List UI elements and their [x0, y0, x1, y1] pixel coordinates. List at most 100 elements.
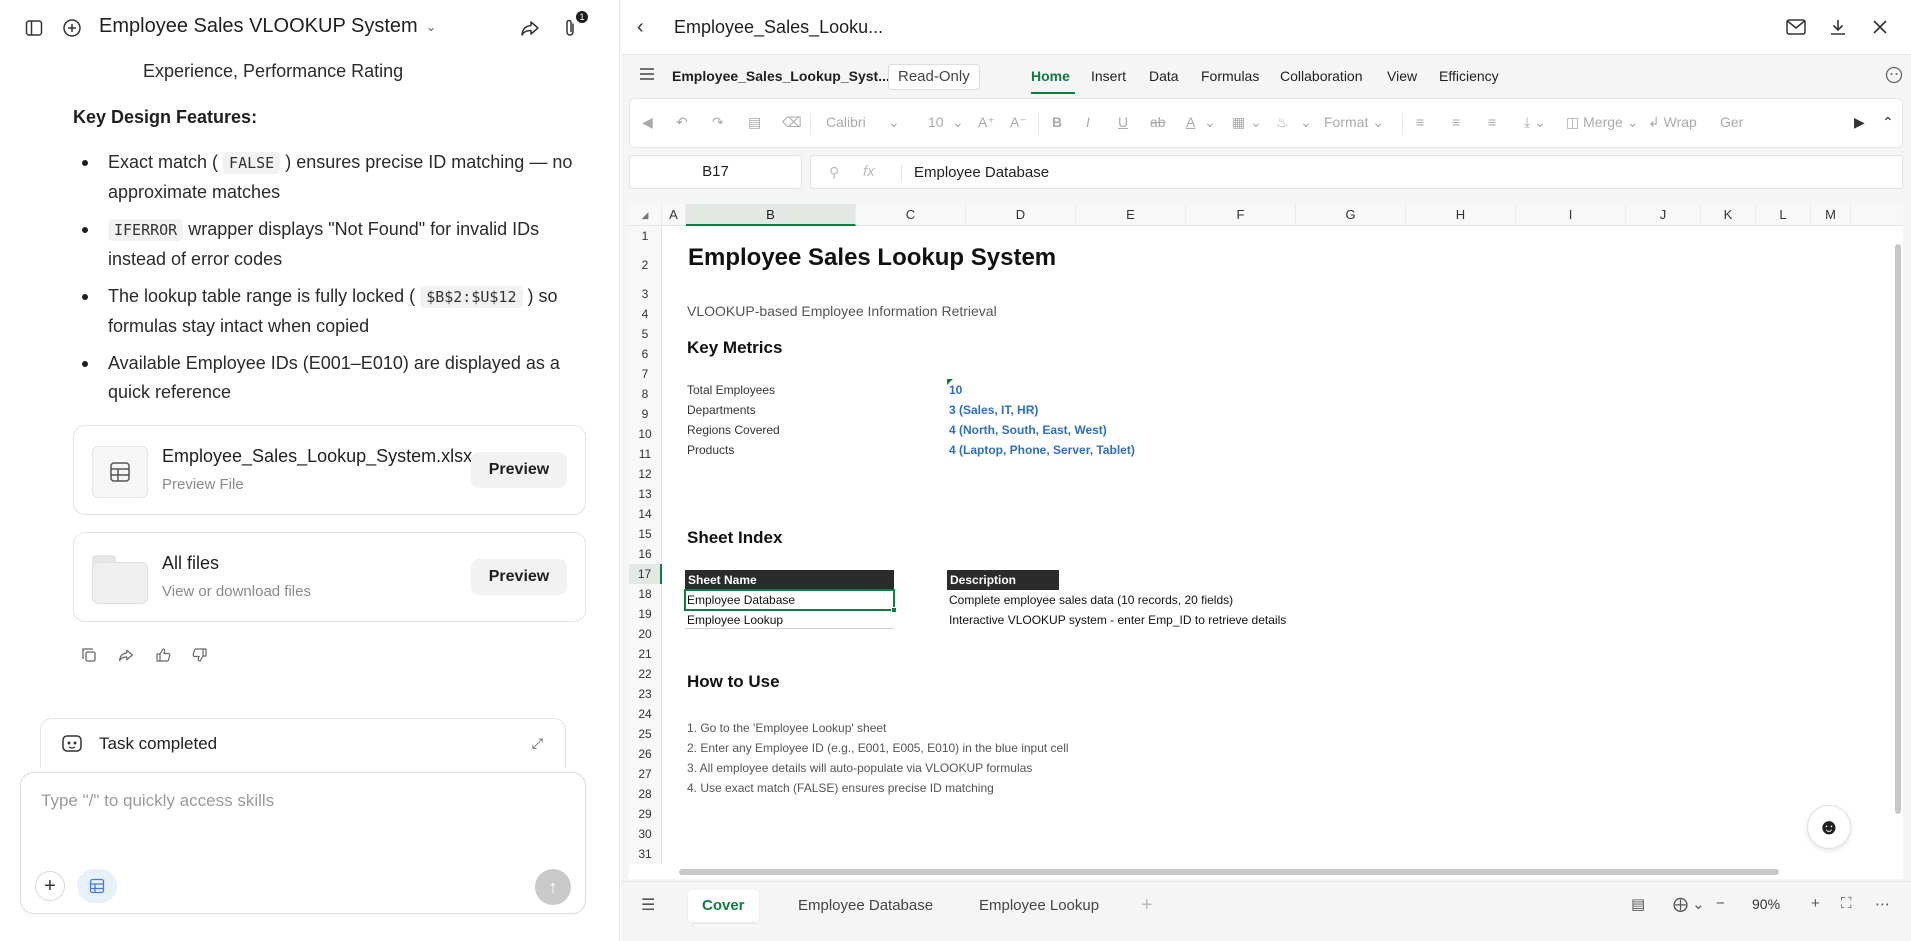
menu-data[interactable]: Data — [1149, 68, 1179, 84]
add-sheet-icon[interactable]: + — [1141, 894, 1153, 917]
layers-icon[interactable]: ☰ — [641, 895, 655, 915]
row-header-3[interactable]: 3 — [629, 284, 662, 304]
row-header-13[interactable]: 13 — [629, 484, 662, 504]
thumbs-down-icon[interactable] — [191, 646, 209, 664]
row-header-5[interactable]: 5 — [629, 324, 662, 344]
task-status-card[interactable]: Task completed ⤢ — [40, 718, 566, 768]
undo-icon[interactable]: ↶ — [676, 114, 688, 131]
align-left-icon[interactable]: ≡ — [1416, 114, 1424, 130]
underline-icon[interactable]: U — [1118, 114, 1128, 130]
formula-input[interactable]: ⚲ fx Employee Database — [810, 155, 1903, 189]
column-header-f[interactable]: F — [1186, 204, 1296, 226]
font-color-icon[interactable]: A — [1186, 114, 1195, 130]
sheet-grid[interactable]: ◢ A B C D E F G H I J K L M 1 2 3 4 5 6 7 8 9 10 11 12 13 14 15 16 17… — [629, 204, 1903, 879]
font-family-select[interactable]: Calibri — [826, 114, 866, 130]
scroll-left-icon[interactable]: ◀ — [642, 114, 653, 131]
increase-font-icon[interactable]: A⁺ — [978, 114, 995, 131]
back-arrow-icon[interactable]: ‹ — [637, 16, 644, 39]
menu-collaboration[interactable]: Collaboration — [1280, 68, 1363, 84]
row-header-27[interactable]: 27 — [629, 764, 662, 784]
share-icon[interactable] — [117, 646, 135, 664]
vertical-scrollbar[interactable] — [1895, 244, 1901, 814]
column-header-b[interactable]: B — [686, 204, 856, 226]
row-header-24[interactable]: 24 — [629, 704, 662, 724]
row-header-10[interactable]: 10 — [629, 424, 662, 444]
zoom-out-icon[interactable]: − — [1716, 895, 1725, 912]
row-header-25[interactable]: 25 — [629, 724, 662, 744]
preview-button[interactable]: Preview — [471, 452, 567, 488]
row-header-7[interactable]: 7 — [629, 364, 662, 384]
chat-input-placeholder[interactable]: Type "/" to quickly access skills — [41, 791, 274, 811]
borders-icon[interactable]: ▦ — [1232, 114, 1245, 131]
copy-icon[interactable] — [80, 646, 98, 664]
tab-employee-database[interactable]: Employee Database — [784, 890, 947, 922]
menu-view[interactable]: View — [1387, 68, 1417, 84]
cell-area[interactable]: Employee Sales Lookup System VLOOKUP-bas… — [662, 226, 1903, 879]
menu-home[interactable]: Home — [1031, 68, 1070, 84]
chat-title[interactable]: Employee Sales VLOOKUP System ⌄ — [99, 15, 437, 38]
spreadsheet-skill-button[interactable] — [77, 869, 117, 903]
row-header-14[interactable]: 14 — [629, 504, 662, 524]
row-header-26[interactable]: 26 — [629, 744, 662, 764]
column-header-a[interactable]: A — [662, 204, 686, 226]
sidebar-toggle-icon[interactable] — [20, 14, 48, 42]
tab-employee-lookup[interactable]: Employee Lookup — [965, 890, 1113, 922]
zoom-in-icon[interactable]: + — [1811, 895, 1820, 912]
align-right-icon[interactable]: ≡ — [1488, 114, 1496, 130]
row-header-20[interactable]: 20 — [629, 624, 662, 644]
number-format-select[interactable]: Ger — [1720, 114, 1743, 130]
format-button[interactable]: Format ⌄ — [1324, 114, 1384, 131]
row-header-16[interactable]: 16 — [629, 544, 662, 564]
row-header-6[interactable]: 6 — [629, 344, 662, 364]
eraser-icon[interactable]: ⌫ — [782, 114, 802, 131]
column-header-m[interactable]: M — [1811, 204, 1851, 226]
row-header-22[interactable]: 22 — [629, 664, 662, 684]
strikethrough-icon[interactable]: ab — [1150, 114, 1166, 130]
row-header-1[interactable]: 1 — [629, 226, 662, 246]
menu-insert[interactable]: Insert — [1091, 68, 1126, 84]
menu-efficiency[interactable]: Efficiency — [1439, 68, 1499, 84]
index-row-name[interactable]: Employee Lookup — [687, 613, 783, 627]
format-painter-icon[interactable]: ▤ — [748, 114, 761, 131]
zoom-level[interactable]: 90% — [1752, 896, 1780, 912]
preview-all-button[interactable]: Preview — [471, 559, 567, 595]
row-header-31[interactable]: 31 — [629, 844, 662, 864]
expand-icon[interactable]: ⤢ — [532, 735, 543, 752]
mail-icon[interactable] — [1785, 16, 1807, 38]
fullscreen-icon[interactable]: ⛶ — [1841, 895, 1852, 912]
row-header-30[interactable]: 30 — [629, 824, 662, 844]
more-options-icon[interactable]: ⋯ — [1875, 895, 1890, 913]
thumbs-up-icon[interactable] — [154, 646, 172, 664]
file-card-all-files[interactable]: All files View or download files Preview — [73, 532, 586, 622]
add-attachment-button[interactable]: + — [35, 871, 65, 901]
font-size-select[interactable]: 10 — [928, 114, 944, 130]
select-all-corner[interactable]: ◢ — [629, 204, 662, 226]
redo-icon[interactable]: ↷ — [712, 114, 724, 131]
wrap-button[interactable]: ↲ Wrap — [1648, 114, 1697, 131]
download-icon[interactable] — [1827, 16, 1849, 38]
column-header-e[interactable]: E — [1076, 204, 1186, 226]
collapse-ribbon-icon[interactable]: ⌃ — [1882, 114, 1894, 131]
outline-view-icon[interactable]: ▤ — [1631, 895, 1645, 913]
row-header-11[interactable]: 11 — [629, 444, 662, 464]
column-header-k[interactable]: K — [1701, 204, 1756, 226]
assistant-icon[interactable] — [1885, 66, 1903, 84]
column-header-i[interactable]: I — [1516, 204, 1626, 226]
column-header-d[interactable]: D — [966, 204, 1076, 226]
row-header-8[interactable]: 8 — [629, 384, 662, 404]
row-header-23[interactable]: 23 — [629, 684, 662, 704]
row-header-29[interactable]: 29 — [629, 804, 662, 824]
row-header-17[interactable]: 17 — [629, 564, 662, 584]
file-card-xlsx[interactable]: Employee_Sales_Lookup_System.xlsx Previe… — [73, 425, 586, 515]
bold-icon[interactable]: B — [1052, 114, 1062, 130]
horizontal-scrollbar[interactable] — [679, 869, 1779, 875]
column-header-h[interactable]: H — [1406, 204, 1516, 226]
fill-color-icon[interactable]: ♨ — [1276, 114, 1289, 131]
row-header-18[interactable]: 18 — [629, 584, 662, 604]
share-icon[interactable] — [516, 14, 544, 42]
row-header-21[interactable]: 21 — [629, 644, 662, 664]
column-header-g[interactable]: G — [1296, 204, 1406, 226]
row-header-4[interactable]: 4 — [629, 304, 662, 324]
hamburger-menu-icon[interactable] — [639, 67, 655, 81]
scroll-right-icon[interactable]: ▶ — [1854, 114, 1865, 131]
